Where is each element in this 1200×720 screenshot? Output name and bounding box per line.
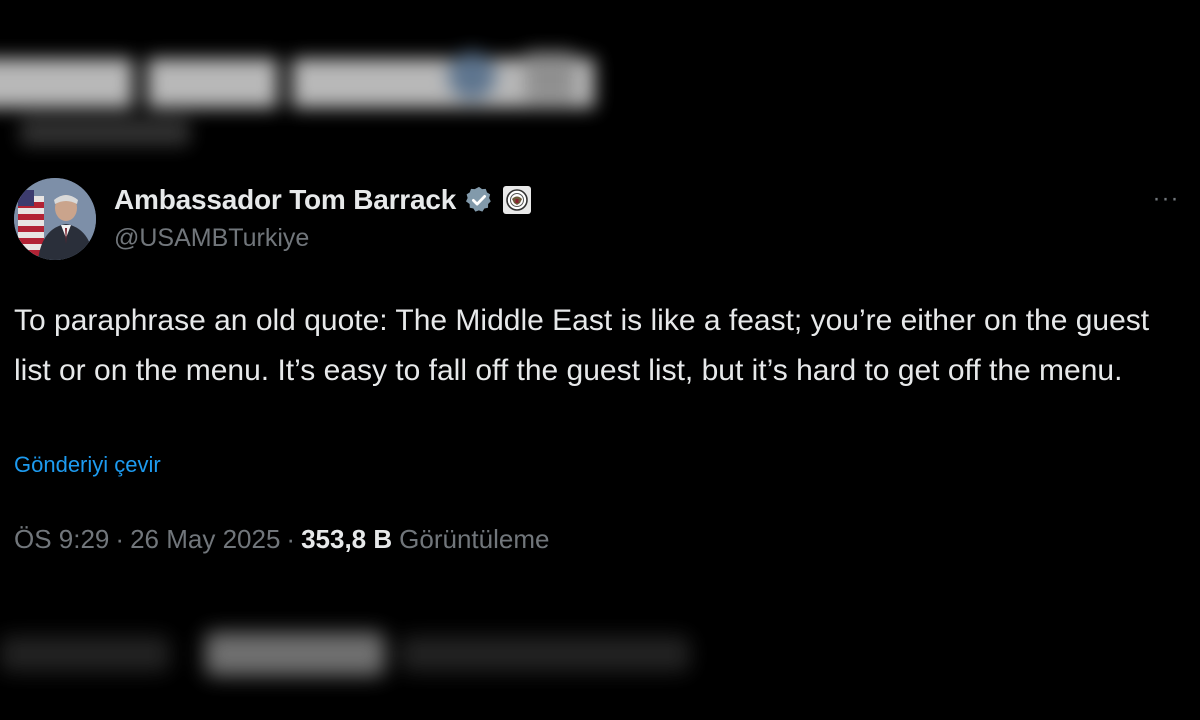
tweet-time[interactable]: ÖS 9:29 bbox=[14, 524, 109, 555]
avatar[interactable] bbox=[14, 178, 96, 260]
blurred-name-block: ▆▆▆▆ ▆▆▆ ▆▆▆▆▆▆▆ bbox=[0, 43, 595, 106]
blurred-block bbox=[400, 636, 690, 672]
tweet-metadata: ÖS 9:29 · 26 May 2025 · 353,8 B Görüntül… bbox=[14, 524, 549, 555]
separator-dot: · bbox=[115, 524, 125, 554]
tweet-text: To paraphrase an old quote: The Middle E… bbox=[14, 304, 1150, 387]
translate-post-link[interactable]: Gönderiyi çevir bbox=[14, 452, 161, 478]
more-options-icon[interactable]: ··· bbox=[1146, 184, 1186, 214]
author-display-name[interactable]: Ambassador Tom Barrack bbox=[114, 184, 456, 216]
views-label: Görüntüleme bbox=[399, 524, 550, 554]
blurred-affiliation-icon bbox=[525, 52, 575, 102]
blurred-handle-block bbox=[20, 118, 190, 146]
author-name-row: Ambassador Tom Barrack bbox=[114, 180, 532, 220]
blurred-block bbox=[205, 632, 385, 676]
government-seal-icon[interactable] bbox=[502, 185, 532, 215]
verified-badge-icon[interactable] bbox=[464, 185, 494, 215]
separator-dot: · bbox=[286, 524, 296, 554]
avatar-portrait-icon bbox=[14, 178, 96, 260]
tweet-date[interactable]: 26 May 2025 bbox=[130, 524, 280, 555]
blurred-block bbox=[0, 636, 170, 672]
screenshot-stage: ▆▆▆▆ ▆▆▆ ▆▆▆▆▆▆▆ Ambassador Tom Barrack … bbox=[0, 0, 1200, 720]
tweet-card[interactable]: Ambassador Tom Barrack @USAMBTurkiye ··· bbox=[0, 162, 1200, 602]
blurred-next-tweet-metadata bbox=[0, 620, 760, 700]
blurred-badge-icon bbox=[448, 52, 496, 100]
blurred-previous-tweet-header: ▆▆▆▆ ▆▆▆ ▆▆▆▆▆▆▆ bbox=[0, 22, 700, 162]
views-count: 353,8 B bbox=[301, 524, 393, 554]
author-handle[interactable]: @USAMBTurkiye bbox=[114, 224, 309, 253]
